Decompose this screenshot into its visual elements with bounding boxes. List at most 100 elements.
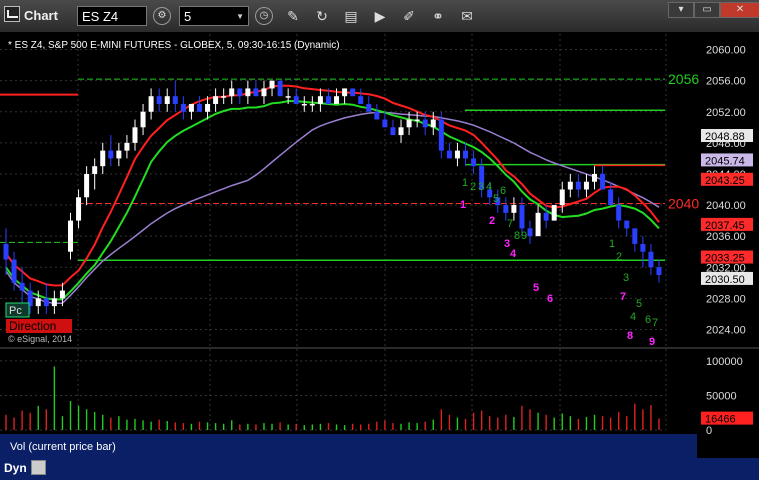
candle-body (325, 96, 331, 104)
candle-body (19, 282, 25, 291)
candle-body (398, 127, 404, 136)
countdown-magenta: 8 (627, 330, 633, 342)
candle-body (301, 103, 307, 106)
magnify-icon[interactable] (31, 460, 46, 475)
settings-icon[interactable]: ⚙ (153, 7, 171, 25)
clock-icon[interactable]: ◷ (255, 7, 273, 25)
candle-body (616, 205, 622, 221)
y-tick-label: 2028.00 (706, 293, 746, 305)
candle-body (76, 197, 82, 221)
candle-body (35, 298, 41, 307)
candle-body (438, 119, 444, 151)
restore-icon[interactable]: ▾ (668, 2, 694, 18)
setup-count-green: 7 (507, 218, 513, 230)
candle-body (196, 103, 202, 112)
price-tag-label: 2045.74 (705, 155, 745, 167)
candle-body (92, 166, 98, 174)
volume-tick-label: 0 (706, 425, 712, 437)
price-tag-label: 2030.50 (705, 274, 745, 286)
countdown-magenta: 7 (620, 291, 626, 303)
symbol-input[interactable]: ES Z4 (77, 6, 147, 26)
script-icon[interactable]: ▤ (341, 6, 361, 26)
setup-count-green: 5 (636, 298, 642, 310)
close-icon[interactable]: ✕ (720, 2, 759, 18)
candle-body (172, 96, 178, 104)
candle-body (600, 173, 606, 190)
time-axis-bar (0, 458, 759, 480)
candle-body (67, 220, 73, 252)
y-tick-label: 2052.00 (706, 107, 746, 119)
candle-body (51, 298, 57, 307)
volume-tick-label: 50000 (706, 390, 737, 402)
play-icon[interactable]: ▶ (370, 6, 390, 26)
candle-body (108, 150, 114, 159)
setup-count-green: 3 (623, 272, 629, 284)
candle-body (656, 267, 662, 276)
price-chart[interactable]: 2024.002028.002032.002036.002040.002044.… (0, 32, 759, 458)
interval-value: 5 (184, 9, 192, 24)
candle-body (148, 96, 154, 112)
countdown-magenta: 4 (510, 248, 517, 260)
pencil-icon[interactable]: ✎ (283, 6, 303, 26)
candle-body (592, 173, 598, 182)
chevron-down-icon[interactable]: ▼ (236, 7, 244, 27)
chart-app-icon (4, 6, 20, 22)
candle-body (519, 205, 525, 229)
candle-body (446, 150, 452, 159)
candle-body (406, 119, 412, 128)
candle-body (535, 212, 541, 237)
candle-body (527, 228, 533, 237)
candle-body (253, 88, 259, 97)
candle-body (463, 150, 469, 159)
countdown-magenta: 1 (460, 199, 466, 211)
dynamic-mode-label[interactable]: Dyn (4, 461, 27, 475)
setup-count-green: 6 (500, 185, 506, 197)
price-tag-label: 2043.25 (705, 175, 745, 187)
price-tag-label: 2048.88 (705, 131, 745, 143)
minimize-icon[interactable]: ▭ (694, 2, 720, 18)
setup-count-green: 2 (470, 181, 476, 193)
candle-body (350, 88, 356, 97)
setup-count-green: 8 (514, 230, 520, 242)
setup-count-green: 4 (486, 181, 492, 193)
countdown-magenta: 9 (649, 336, 655, 348)
candle-body (422, 119, 428, 128)
title-bar: Chart ES Z4 ⚙ 5 ▼ ◷ ✎ ↻ ▤ ▶ ✐ ⚭ ✉ ▾ ▭ ✕ (0, 0, 759, 33)
setup-count-green: 1 (462, 177, 468, 189)
candle-body (11, 259, 17, 283)
edit-icon[interactable]: ✐ (399, 6, 419, 26)
candle-body (156, 96, 162, 104)
candle-body (430, 119, 436, 128)
link-icon[interactable]: ⚭ (428, 6, 448, 26)
price-tag-label: 2033.25 (705, 253, 745, 265)
y-tick-label: 2040.00 (706, 200, 746, 212)
y-tick-label: 2060.00 (706, 45, 746, 57)
setup-count-green: 9 (521, 230, 527, 242)
candle-body (205, 103, 211, 112)
candle-body (414, 119, 420, 122)
candle-body (269, 80, 275, 89)
y-tick-label: 2056.00 (706, 76, 746, 88)
candle-body (164, 96, 170, 104)
candle-body (342, 88, 348, 97)
interval-select[interactable]: 5 ▼ (179, 6, 249, 26)
candle-body (221, 96, 227, 98)
candle-body (632, 228, 638, 244)
candle-body (309, 103, 315, 106)
candle-body (583, 181, 589, 190)
candle-body (334, 96, 340, 104)
refresh-icon[interactable]: ↻ (312, 6, 332, 26)
candle-body (559, 189, 565, 206)
price-tag-label: 2037.45 (705, 220, 745, 232)
comment-icon[interactable]: ✉ (457, 6, 477, 26)
candle-body (471, 158, 477, 167)
symbol-value: ES Z4 (82, 9, 119, 24)
candle-body (640, 243, 646, 252)
setup-count-green: 6 (645, 314, 651, 326)
y-tick-label: 2024.00 (706, 324, 746, 336)
window-title: Chart (24, 8, 58, 23)
candle-body (551, 205, 557, 221)
volume-panel-label: Vol (current price bar) (10, 441, 116, 453)
candle-body (366, 103, 372, 112)
countdown-magenta: 5 (533, 282, 539, 294)
